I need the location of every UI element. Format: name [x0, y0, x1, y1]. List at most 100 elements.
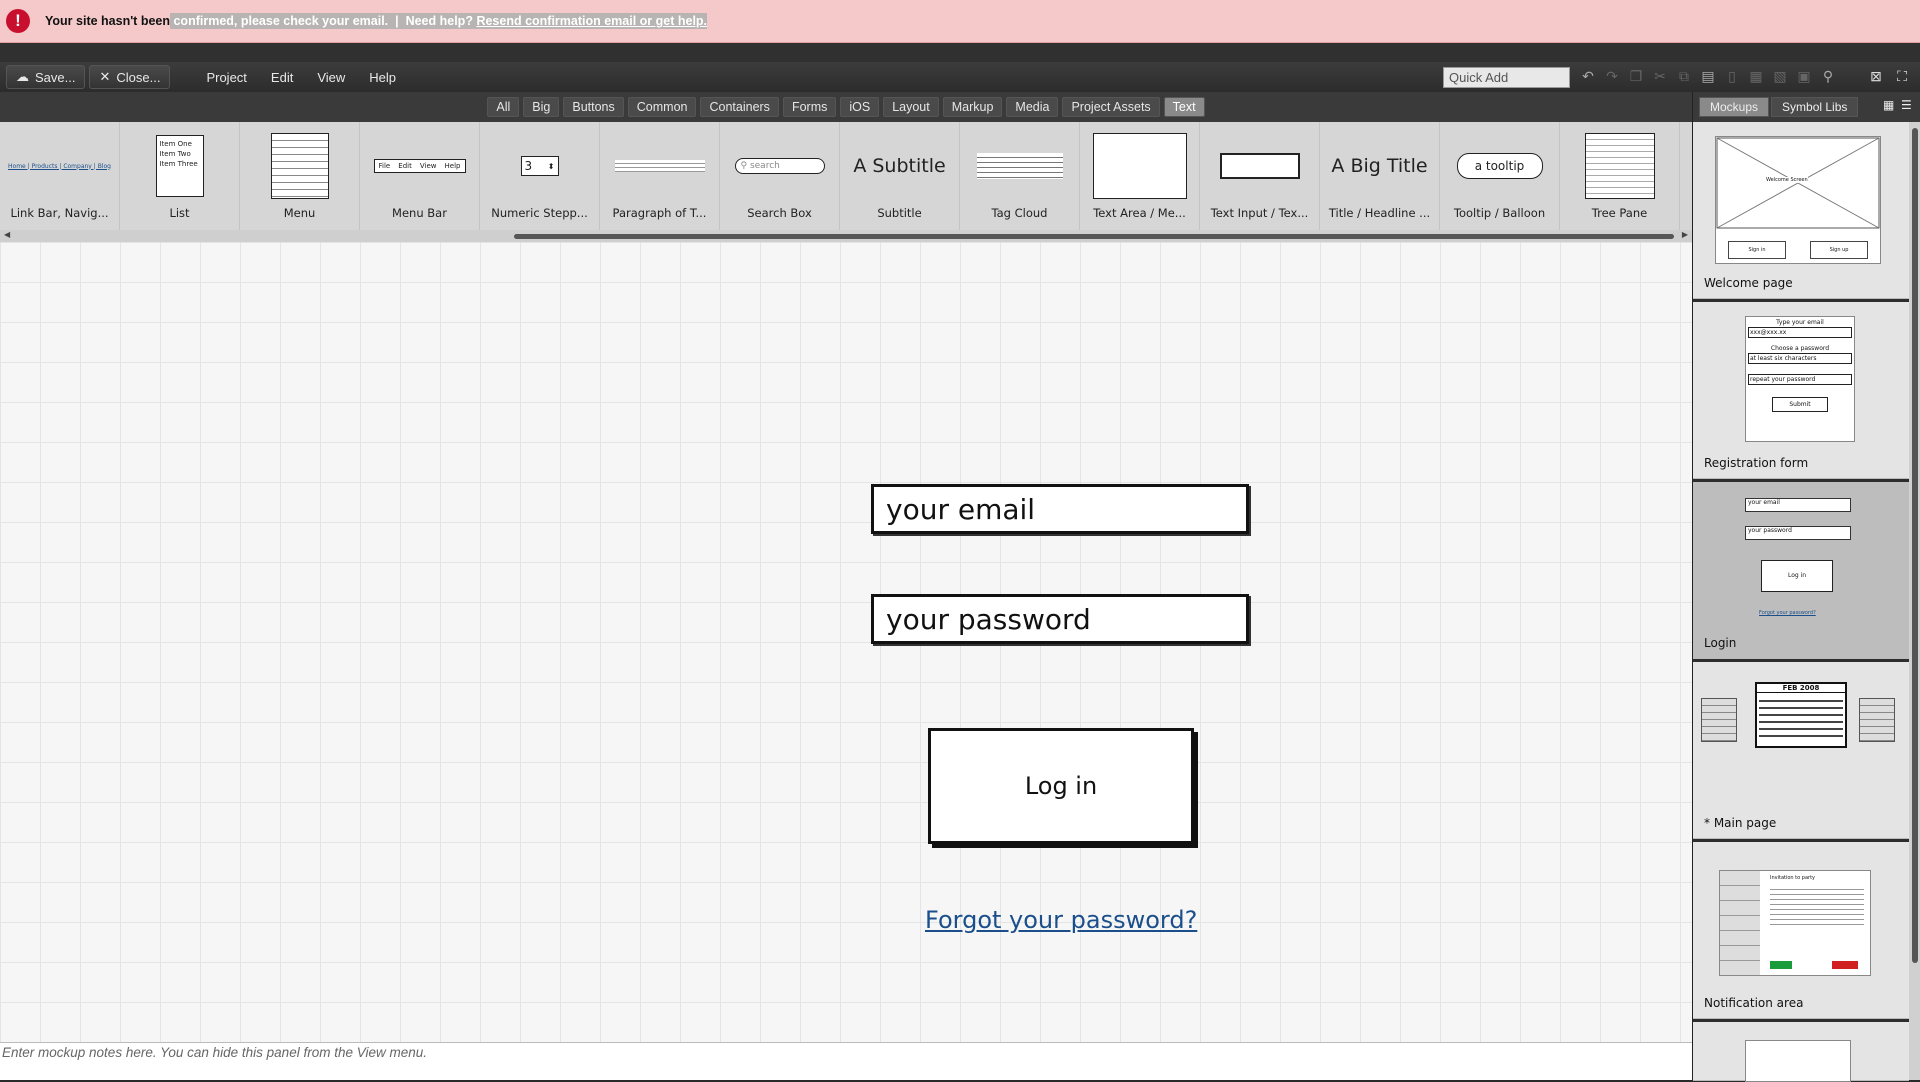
mockup-next-partial[interactable] — [1693, 1022, 1909, 1082]
lib-label: Subtitle — [877, 206, 922, 220]
fullscreen-icon[interactable]: ⛶ — [1894, 68, 1910, 85]
filter-markup[interactable]: Markup — [942, 97, 1003, 117]
lock-icon[interactable]: ▣ — [1796, 68, 1812, 84]
filter-ios[interactable]: iOS — [840, 97, 880, 117]
password-field[interactable]: your password — [871, 594, 1249, 644]
lib-item-menu[interactable]: Menu — [240, 122, 360, 230]
lib-item-search-box[interactable]: ⚲ search Search Box — [720, 122, 840, 230]
scroll-left-icon[interactable]: ◀ — [4, 230, 10, 239]
filter-buttons[interactable]: Buttons — [563, 97, 624, 117]
lib-item-numeric-stepper[interactable]: 3 ⬍ Numeric Stepp... — [480, 122, 600, 230]
save-button[interactable]: ☁ Save... — [6, 65, 86, 89]
group-icon[interactable]: ▦ — [1748, 68, 1764, 84]
menu-project[interactable]: Project — [206, 70, 246, 85]
library-scrollbar[interactable]: ◀ ▶ — [0, 230, 1692, 242]
registration-thumb: Type your email xxx@xxx.xx Choose a pass… — [1745, 316, 1855, 442]
mockup-main-page[interactable]: FEB 2008 * Main page — [1693, 662, 1909, 839]
lib-item-text-area[interactable]: Text Area / Me... — [1080, 122, 1200, 230]
lib-item-list[interactable]: Item One Item Two Item Three List — [120, 122, 240, 230]
subtitle-thumb: A Subtitle — [840, 136, 959, 196]
mockup-welcome-page[interactable]: Welcome Screen Sign in Sign up Welcome p… — [1693, 122, 1909, 299]
lib-item-menu-bar[interactable]: File Edit View Help Menu Bar — [360, 122, 480, 230]
forgot-password-link[interactable]: Forgot your password? — [925, 906, 1197, 934]
list-thumb-item: Item One — [159, 140, 192, 148]
filter-all[interactable]: All — [487, 97, 520, 117]
mockup-registration-form[interactable]: Type your email xxx@xxx.xx Choose a pass… — [1693, 302, 1909, 479]
quick-add-input[interactable]: Quick Add — [1443, 67, 1570, 88]
alert-highlight-text: confirmed, please check your email. — [173, 14, 389, 28]
filter-text[interactable]: Text — [1163, 97, 1205, 117]
filter-project-assets[interactable]: Project Assets — [1062, 97, 1160, 117]
mockups-scrollbar[interactable] — [1909, 122, 1920, 1080]
search-box-thumb: ⚲ search — [720, 136, 839, 196]
filter-big[interactable]: Big — [523, 97, 560, 117]
link-bar-thumb: Home | Products | Company | Blog — [8, 162, 111, 170]
filter-containers[interactable]: Containers — [700, 97, 779, 117]
list-view-icon[interactable]: ☰ — [1901, 98, 1912, 112]
lib-item-paragraph[interactable]: Paragraph of T... — [600, 122, 720, 230]
title-thumb-text: A Big Title — [1331, 155, 1428, 177]
undo-icon[interactable]: ↶ — [1580, 68, 1596, 84]
resend-link[interactable]: Resend confirmation email or get help. — [476, 14, 707, 28]
lib-label: Paragraph of T... — [612, 206, 707, 220]
lib-item-title[interactable]: A Big Title Title / Headline ... — [1320, 122, 1440, 230]
reg-thumb-field: repeat your password — [1748, 374, 1852, 385]
lib-item-subtitle[interactable]: A Subtitle Subtitle — [840, 122, 960, 230]
lib-label: Tag Cloud — [991, 206, 1048, 220]
lib-label: Numeric Stepp... — [491, 206, 588, 220]
menu-help[interactable]: Help — [369, 70, 396, 85]
login-button[interactable]: Log in — [928, 728, 1194, 844]
redo-icon[interactable]: ↷ — [1604, 68, 1620, 84]
reg-thumb-submit: Submit — [1772, 397, 1828, 412]
filter-media[interactable]: Media — [1006, 97, 1059, 117]
filter-forms[interactable]: Forms — [782, 97, 837, 117]
menu-view[interactable]: View — [317, 70, 345, 85]
mockup-login[interactable]: your email your password Log in Forgot y… — [1693, 482, 1909, 659]
lib-item-text-input[interactable]: Text Input / Tex... — [1200, 122, 1320, 230]
lib-label: Tree Pane — [1591, 206, 1648, 220]
filter-layout[interactable]: Layout — [883, 97, 939, 117]
grid-view-icon[interactable]: ▦ — [1883, 98, 1894, 112]
subtitle-thumb-text: A Subtitle — [853, 155, 946, 177]
tab-symbol-libs[interactable]: Symbol Libs — [1771, 97, 1859, 117]
welcome-thumb: Welcome Screen Sign in Sign up — [1715, 136, 1881, 264]
lib-item-link-bar[interactable]: Home | Products | Company | Blog Link Ba… — [0, 122, 120, 230]
text-area-thumb — [1080, 133, 1199, 199]
close-icon: ✕ — [99, 69, 111, 84]
lib-item-tooltip[interactable]: a tooltip Tooltip / Balloon — [1440, 122, 1560, 230]
mockup-notification-area[interactable]: Invitation to party Notification area — [1693, 842, 1909, 1019]
paste-icon[interactable]: ▤ — [1700, 68, 1716, 84]
close-button[interactable]: ✕ Close... — [89, 65, 171, 89]
tree-thumb — [1560, 133, 1679, 199]
mockups-scroll-thumb[interactable] — [1912, 128, 1918, 963]
duplicate-icon[interactable]: ❐ — [1628, 68, 1644, 84]
presentation-icon[interactable]: ⊠ — [1868, 68, 1884, 85]
lib-item-tag-cloud[interactable]: Tag Cloud — [960, 122, 1080, 230]
lib-item-tree-pane[interactable]: Tree Pane — [1560, 122, 1680, 230]
edit-tools: ↶ ↷ ❐ ✂ ⧉ ▤ ▯ ▦ ▧ ▣ ⚲ — [1580, 68, 1836, 84]
tab-mockups[interactable]: Mockups — [1699, 97, 1770, 117]
copy-icon[interactable]: ⧉ — [1676, 68, 1692, 84]
lib-label: List — [169, 206, 190, 220]
ungroup-icon[interactable]: ▧ — [1772, 68, 1788, 84]
mockup-notes[interactable]: Enter mockup notes here. You can hide th… — [0, 1042, 1692, 1080]
lib-label: Tooltip / Balloon — [1453, 206, 1546, 220]
window-tools: ⊠ ⛶ — [1868, 68, 1910, 85]
library-scroll-thumb[interactable] — [514, 234, 1674, 239]
filter-common[interactable]: Common — [627, 97, 697, 117]
search-icon[interactable]: ⚲ — [1820, 68, 1836, 84]
main-thumb-left-list — [1701, 698, 1737, 742]
email-field[interactable]: your email — [871, 484, 1249, 534]
menu-bar-thumb-item: Edit — [398, 162, 412, 170]
cut-icon[interactable]: ✂ — [1652, 68, 1668, 84]
menu-thumb — [240, 133, 359, 199]
menu-edit[interactable]: Edit — [271, 70, 293, 85]
scroll-right-icon[interactable]: ▶ — [1682, 230, 1688, 239]
search-thumb-text: search — [749, 161, 780, 171]
mockup-canvas[interactable]: your email your password Log in Forgot y… — [0, 242, 1692, 1042]
menu-bar-thumb-item: Help — [444, 162, 461, 170]
list-thumb-item: Item Two — [159, 150, 191, 158]
text-input-thumb — [1200, 136, 1319, 196]
delete-icon[interactable]: ▯ — [1724, 68, 1740, 84]
welcome-thumb-btn: Sign up — [1810, 241, 1868, 259]
